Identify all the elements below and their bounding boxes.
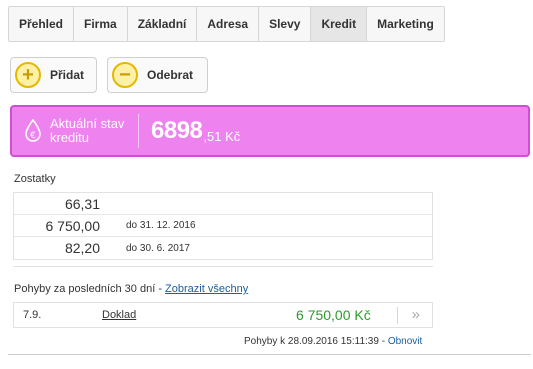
remainder-amount: 82,20 xyxy=(64,240,100,256)
table-row: 6 750,00 do 31. 12. 2016 xyxy=(14,215,432,237)
refresh-link[interactable]: Obnovit xyxy=(388,336,422,347)
tab-slevy[interactable]: Slevy xyxy=(259,7,312,41)
show-all-link[interactable]: Zobrazit všechny xyxy=(165,283,248,295)
tab-kredit[interactable]: Kredit xyxy=(311,7,368,41)
plus-icon: + xyxy=(15,62,41,88)
tab-bar: Přehled Firma Základní Adresa Slevy Kred… xyxy=(8,6,445,42)
tab-prehled[interactable]: Přehled xyxy=(9,7,75,41)
credit-balance-label: Aktuální stav kreditu xyxy=(50,116,125,145)
remove-credit-label: Odebrat xyxy=(147,68,194,82)
add-credit-button[interactable]: + Přidat xyxy=(10,57,97,93)
credit-balance-fraction: ,51 Kč xyxy=(203,128,241,144)
remainders-title: Zostatky xyxy=(14,173,56,185)
credit-balance-banner: € Aktuální stav kreditu 6898 ,51 Kč xyxy=(10,105,530,157)
svg-text:€: € xyxy=(30,131,36,141)
table-row: 82,20 do 30. 6. 2017 xyxy=(14,237,432,259)
tab-marketing[interactable]: Marketing xyxy=(367,7,444,41)
remainder-expiry: do 30. 6. 2017 xyxy=(126,242,190,254)
remove-credit-button[interactable]: − Odebrat xyxy=(107,57,208,93)
tab-adresa[interactable]: Adresa xyxy=(197,7,260,41)
credit-divider xyxy=(138,114,139,148)
timestamp-text: Pohyby k 28.09.2016 15:11:39 - xyxy=(244,336,386,347)
remainders-table: 66,31 6 750,00 do 31. 12. 2016 82,20 do … xyxy=(13,192,433,260)
tab-firma[interactable]: Firma xyxy=(74,7,128,41)
tab-zakladni[interactable]: Základní xyxy=(127,7,198,41)
remainder-amount: 66,31 xyxy=(64,195,100,212)
euro-drop-icon: € xyxy=(25,119,41,142)
expand-arrow-icon[interactable]: » xyxy=(412,306,420,323)
add-credit-label: Přidat xyxy=(50,68,85,82)
remainder-expiry: do 31. 12. 2016 xyxy=(126,220,196,231)
table-row: 66,31 xyxy=(14,193,432,215)
document-link[interactable]: Doklad xyxy=(102,309,212,321)
movements-header: Pohyby za posledních 30 dní - Zobrazit v… xyxy=(14,283,248,295)
divider xyxy=(397,307,398,324)
movement-amount: 6 750,00 Kč xyxy=(296,307,371,323)
movements-title: Pohyby za posledních 30 dní - xyxy=(14,283,162,295)
remainder-amount: 6 750,00 xyxy=(45,217,101,234)
divider xyxy=(8,354,531,355)
divider xyxy=(13,266,433,267)
movements-timestamp: Pohyby k 28.09.2016 15:11:39 - Obnovit xyxy=(244,336,422,347)
minus-icon: − xyxy=(112,62,138,88)
table-row: 7.9. Doklad 6 750,00 Kč » xyxy=(13,302,433,328)
movement-date: 7.9. xyxy=(23,309,42,321)
credit-balance-amount: 6898 xyxy=(151,117,203,144)
